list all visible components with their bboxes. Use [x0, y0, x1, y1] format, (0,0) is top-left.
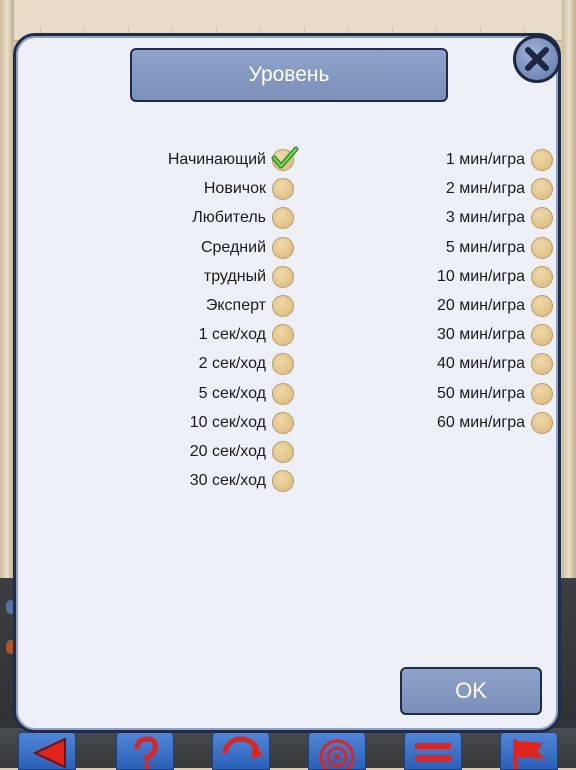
radio-button[interactable]	[272, 207, 294, 230]
radio-button[interactable]	[271, 146, 299, 171]
close-icon	[525, 47, 549, 71]
rotate-button[interactable]	[212, 732, 270, 770]
level-option[interactable]: 1 мин/игра	[446, 147, 553, 173]
radio-button[interactable]	[531, 324, 553, 347]
help-button[interactable]	[116, 732, 174, 770]
level-option[interactable]: 30 мин/игра	[437, 322, 553, 348]
level-option[interactable]: 10 мин/игра	[437, 264, 553, 290]
help-icon	[134, 736, 158, 769]
flag-button[interactable]	[500, 732, 558, 770]
target-icon	[319, 739, 355, 769]
level-option[interactable]: Эксперт	[206, 293, 294, 319]
radio-button[interactable]	[272, 324, 294, 347]
target-button[interactable]	[308, 732, 366, 770]
ok-button[interactable]: OK	[400, 667, 542, 715]
radio-button[interactable]	[272, 382, 294, 405]
radio-button[interactable]	[272, 353, 294, 376]
option-label: 50 мин/игра	[436, 384, 525, 402]
option-label: Средний	[200, 238, 266, 256]
option-label: 30 сек/ход	[189, 472, 266, 490]
level-option[interactable]: 50 мин/игра	[437, 381, 553, 407]
level-option[interactable]: 1 сек/ход	[199, 322, 294, 348]
option-label: 20 сек/ход	[189, 443, 266, 460]
level-option[interactable]: 3 мин/игра	[446, 205, 553, 231]
option-label: 1 сек/ход	[198, 326, 266, 344]
dialog-title: Уровень	[130, 48, 448, 102]
level-option[interactable]: Средний	[201, 235, 294, 261]
level-option[interactable]: 30 сек/ход	[190, 468, 294, 494]
option-label: 40 мин/игра	[436, 355, 525, 373]
level-option[interactable]: 2 сек/ход	[199, 351, 294, 377]
level-option[interactable]: Любитель	[192, 205, 294, 231]
radio-button[interactable]	[531, 265, 553, 288]
toolbar	[0, 728, 576, 768]
option-label: 10 мин/игра	[436, 267, 525, 285]
radio-button[interactable]	[272, 411, 294, 434]
flag-icon	[513, 739, 545, 769]
radio-button[interactable]	[531, 236, 553, 259]
radio-button[interactable]	[272, 236, 294, 259]
level-option[interactable]: 2 мин/игра	[446, 176, 553, 202]
checkmark-icon	[271, 146, 299, 169]
radio-button[interactable]	[272, 295, 294, 317]
level-option[interactable]: Новичок	[204, 176, 294, 202]
level-option-selected[interactable]: Начинающий	[167, 146, 299, 173]
option-label: Эксперт	[205, 297, 266, 314]
radio-button[interactable]	[531, 353, 553, 376]
radio-button[interactable]	[272, 470, 294, 493]
arrow-left-icon	[32, 737, 66, 769]
close-button[interactable]	[513, 35, 561, 83]
level-option[interactable]: 60 мин/игра	[437, 410, 553, 436]
radio-button[interactable]	[272, 265, 294, 288]
radio-button[interactable]	[272, 178, 294, 201]
level-option[interactable]: 10 сек/ход	[190, 410, 294, 436]
option-label: 30 мин/игра	[436, 326, 525, 344]
menu-icon	[415, 743, 451, 761]
radio-button[interactable]	[531, 149, 553, 171]
level-option[interactable]: трудный	[204, 264, 294, 290]
option-label: Новичок	[203, 180, 266, 198]
option-label: Любитель	[192, 209, 266, 227]
rotate-icon	[222, 736, 263, 759]
option-label: трудный	[203, 267, 266, 285]
level-dialog: Уровень Начинающий Новичок Любитель Сред…	[13, 33, 561, 733]
board-frame-right	[562, 0, 576, 590]
back-button[interactable]	[18, 732, 76, 770]
level-option[interactable]: 5 сек/ход	[199, 381, 294, 407]
radio-button[interactable]	[531, 295, 553, 317]
option-label: 2 сек/ход	[198, 355, 266, 373]
level-option[interactable]: 40 мин/игра	[437, 351, 553, 377]
option-label: 5 сек/ход	[198, 384, 266, 402]
option-label: 3 мин/игра	[445, 209, 525, 227]
option-label: 20 мин/игра	[436, 297, 525, 314]
option-label: 1 мин/игра	[445, 151, 525, 168]
radio-button[interactable]	[272, 441, 294, 463]
option-label: 5 мин/игра	[445, 238, 525, 256]
radio-button[interactable]	[531, 411, 553, 434]
level-option[interactable]: 20 мин/игра	[437, 293, 553, 319]
radio-button[interactable]	[531, 382, 553, 405]
board-frame-left	[0, 0, 14, 590]
radio-button[interactable]	[531, 178, 553, 201]
option-label: 60 мин/игра	[436, 413, 525, 431]
level-option[interactable]: 5 мин/игра	[446, 235, 553, 261]
radio-button[interactable]	[531, 207, 553, 230]
menu-button[interactable]	[404, 732, 462, 770]
option-label: 2 мин/игра	[445, 180, 525, 198]
option-label: Начинающий	[167, 151, 266, 168]
option-label: 10 сек/ход	[189, 413, 266, 431]
level-option[interactable]: 20 сек/ход	[190, 439, 294, 465]
